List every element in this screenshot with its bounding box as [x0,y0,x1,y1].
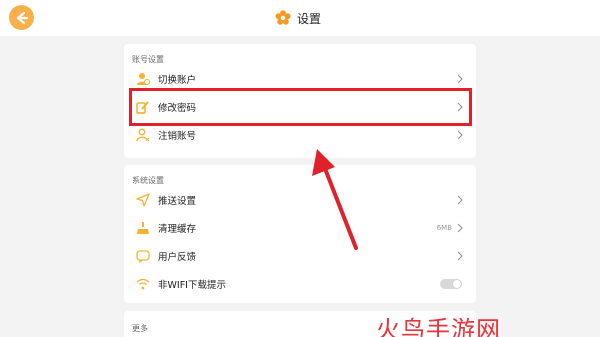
back-button[interactable] [9,5,34,30]
page-title-group: 设置 [275,8,321,28]
top-bar: 设置 [0,0,600,36]
arrow-left-icon [16,11,28,24]
switch-user-icon [136,72,150,86]
settings-gear-icon [275,10,291,25]
message-icon [136,249,150,263]
clear-cache-row[interactable]: 清理缓存 6MB [124,215,476,241]
broom-icon [136,221,150,235]
non-wifi-download-label: 非WIFI下载提示 [158,280,226,291]
deactivate-account-label: 注销账号 [158,131,197,142]
account-section-title: 账号设置 [132,55,164,64]
more-section-title: 更多 [132,324,148,333]
page-title: 设置 [297,11,322,26]
system-section-title: 系统设置 [132,176,164,185]
push-settings-row[interactable]: 推送设置 [124,187,476,213]
chevron-right-icon [457,74,463,84]
system-settings-card: 系统设置 推送设置 清理缓存 6MB 用户反馈 非WIFI下载提示 [124,165,476,303]
chevron-right-icon [457,251,463,261]
edit-password-icon [136,100,150,114]
user-feedback-label: 用户反馈 [158,252,197,263]
clear-cache-label: 清理缓存 [158,224,197,235]
deactivate-account-row[interactable]: 注销账号 [124,122,476,148]
chevron-right-icon [457,130,463,140]
change-password-row[interactable]: 修改密码 [124,94,476,120]
push-settings-label: 推送设置 [158,196,197,207]
change-password-label: 修改密码 [158,103,197,114]
user-feedback-row[interactable]: 用户反馈 [124,243,476,269]
chevron-right-icon [457,195,463,205]
chevron-right-icon [457,223,463,233]
account-settings-card: 账号设置 切换账户 修改密码 注销账号 [124,44,476,158]
non-wifi-download-row: 非WIFI下载提示 [124,271,476,297]
switch-account-label: 切换账户 [158,75,197,86]
wifi-icon [136,277,150,291]
cache-size-value: 6MB [436,224,452,232]
switch-account-row[interactable]: 切换账户 [124,66,476,92]
send-icon [136,193,150,207]
user-remove-icon [136,128,150,142]
watermark-text: 火鸟手游网 [376,316,501,337]
non-wifi-toggle[interactable] [440,279,462,289]
toggle-knob [453,280,461,288]
chevron-right-icon [457,102,463,112]
